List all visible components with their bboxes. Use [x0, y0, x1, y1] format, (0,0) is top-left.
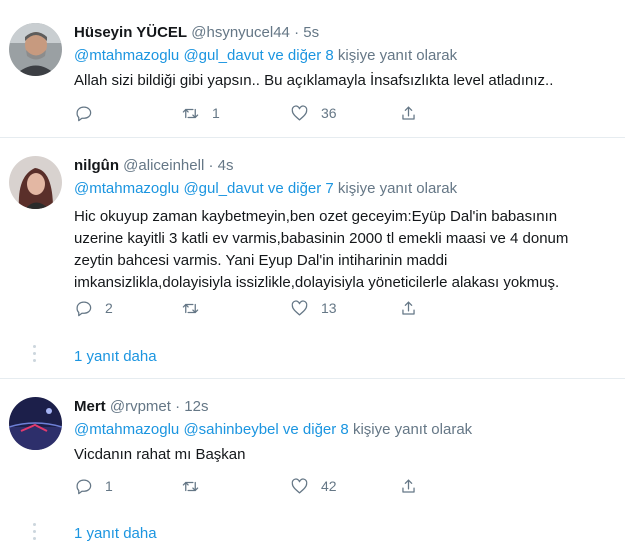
- share-button[interactable]: [399, 298, 418, 318]
- heart-icon: [291, 104, 308, 120]
- tweet-actions: 2 13: [74, 298, 434, 318]
- reply-button[interactable]: 1: [74, 476, 113, 496]
- tweet-text-line: Allah sizi bildiği gibi yapsın.. Bu açık…: [74, 72, 554, 89]
- retweet-button[interactable]: 1: [181, 103, 220, 123]
- like-count: 42: [321, 478, 337, 494]
- tweet-actions: 1 36: [74, 103, 434, 123]
- share-icon: [402, 106, 415, 120]
- user-handle[interactable]: @aliceinhell: [123, 157, 204, 174]
- separator-dot: ·: [175, 398, 181, 415]
- thread-dots: [33, 523, 36, 544]
- share-icon: [402, 301, 415, 315]
- retweet-icon: [182, 108, 199, 118]
- retweet-button[interactable]: [181, 298, 212, 318]
- reply-icon: [76, 301, 92, 316]
- user-handle[interactable]: @hsynyucel44: [191, 24, 290, 41]
- reply-count: 1: [105, 478, 113, 494]
- tweet-text-line: Vicdanın rahat mı Başkan: [74, 446, 246, 463]
- display-name[interactable]: Hüseyin YÜCEL: [74, 24, 187, 41]
- tweet-text-line: Hic okuyup zaman kaybetmeyin,ben ozet ge…: [74, 208, 558, 225]
- like-button[interactable]: 36: [290, 103, 337, 123]
- tweet-mert[interactable]: Mert @rvpmet · 12s @mtahmazoglu @sahinbe…: [0, 379, 625, 556]
- reply-context: @mtahmazoglu @gul_davut ve diğer 8 kişiy…: [74, 47, 457, 64]
- share-icon: [402, 479, 415, 493]
- show-more-replies-link[interactable]: 1 yanıt daha: [74, 348, 157, 365]
- avatar[interactable]: [9, 156, 62, 209]
- tweet-text-line: zeytin bahcesi varmis. Yani Eyup Dal'in …: [74, 252, 448, 269]
- share-button[interactable]: [399, 476, 418, 496]
- timestamp[interactable]: 4s: [218, 157, 234, 174]
- tweet-huseyin[interactable]: Hüseyin YÜCEL @hsynyucel44 · 5s @mtahmaz…: [0, 0, 625, 137]
- retweet-button[interactable]: [181, 476, 212, 496]
- avatar-photo: [9, 156, 62, 209]
- reply-context: @mtahmazoglu @gul_davut ve diğer 7 kişiy…: [74, 180, 457, 197]
- tweet-nilgun[interactable]: nilgûn @aliceinhell · 4s @mtahmazoglu @g…: [0, 138, 625, 378]
- timestamp[interactable]: 12s: [184, 398, 208, 415]
- thread-dots: [33, 345, 36, 366]
- reply-suffix: kişiye yanıt olarak: [348, 421, 473, 438]
- avatar[interactable]: [9, 23, 62, 76]
- reply-count: 2: [105, 300, 113, 316]
- reply-to-users-link[interactable]: @mtahmazoglu @gul_davut ve diğer 7: [74, 180, 334, 197]
- timestamp[interactable]: 5s: [303, 24, 319, 41]
- tweet-header: Mert @rvpmet · 12s: [74, 398, 208, 415]
- tweet-header: nilgûn @aliceinhell · 4s: [74, 157, 233, 174]
- like-count: 36: [321, 105, 337, 121]
- heart-icon: [291, 477, 308, 493]
- separator-dot: ·: [294, 24, 300, 41]
- tweet-actions: 1 42: [74, 476, 434, 496]
- retweet-icon: [182, 303, 199, 313]
- display-name[interactable]: Mert: [74, 398, 106, 415]
- reply-button[interactable]: 2: [74, 298, 113, 318]
- reply-icon: [76, 479, 92, 494]
- retweet-icon: [182, 481, 199, 491]
- display-name[interactable]: nilgûn: [74, 157, 119, 174]
- retweet-count: 1: [212, 105, 220, 121]
- avatar[interactable]: [9, 397, 62, 450]
- reply-icon: [76, 106, 92, 121]
- user-handle[interactable]: @rvpmet: [110, 398, 171, 415]
- tweet-text: Vicdanın rahat mı Başkan: [74, 444, 614, 465]
- reply-button[interactable]: [74, 103, 105, 123]
- reply-context: @mtahmazoglu @sahinbeybel ve diğer 8 kiş…: [74, 421, 472, 438]
- separator-dot: ·: [208, 157, 214, 174]
- tweet-text-line: imkansizlikla,dolayisiyla issizlikle,dol…: [74, 274, 560, 291]
- reply-suffix: kişiye yanıt olarak: [333, 180, 458, 197]
- avatar-photo: [9, 397, 62, 450]
- tweet-text: Hic okuyup zaman kaybetmeyin,ben ozet ge…: [74, 206, 614, 294]
- show-more-replies-link[interactable]: 1 yanıt daha: [74, 525, 157, 542]
- tweet-text-line: uzerine kayitli 3 katli ev varmis,babasi…: [74, 230, 569, 247]
- reply-to-users-link[interactable]: @mtahmazoglu @sahinbeybel ve diğer 8: [74, 421, 349, 438]
- reply-suffix: kişiye yanıt olarak: [333, 47, 458, 64]
- reply-to-users-link[interactable]: @mtahmazoglu @gul_davut ve diğer 8: [74, 47, 334, 64]
- tweet-text: Allah sizi bildiği gibi yapsın.. Bu açık…: [74, 70, 614, 91]
- heart-icon: [291, 299, 308, 315]
- avatar-photo: [9, 23, 62, 76]
- like-button[interactable]: 13: [290, 298, 337, 318]
- like-count: 13: [321, 300, 337, 316]
- like-button[interactable]: 42: [290, 476, 337, 496]
- share-button[interactable]: [399, 103, 418, 123]
- tweet-header: Hüseyin YÜCEL @hsynyucel44 · 5s: [74, 24, 319, 41]
